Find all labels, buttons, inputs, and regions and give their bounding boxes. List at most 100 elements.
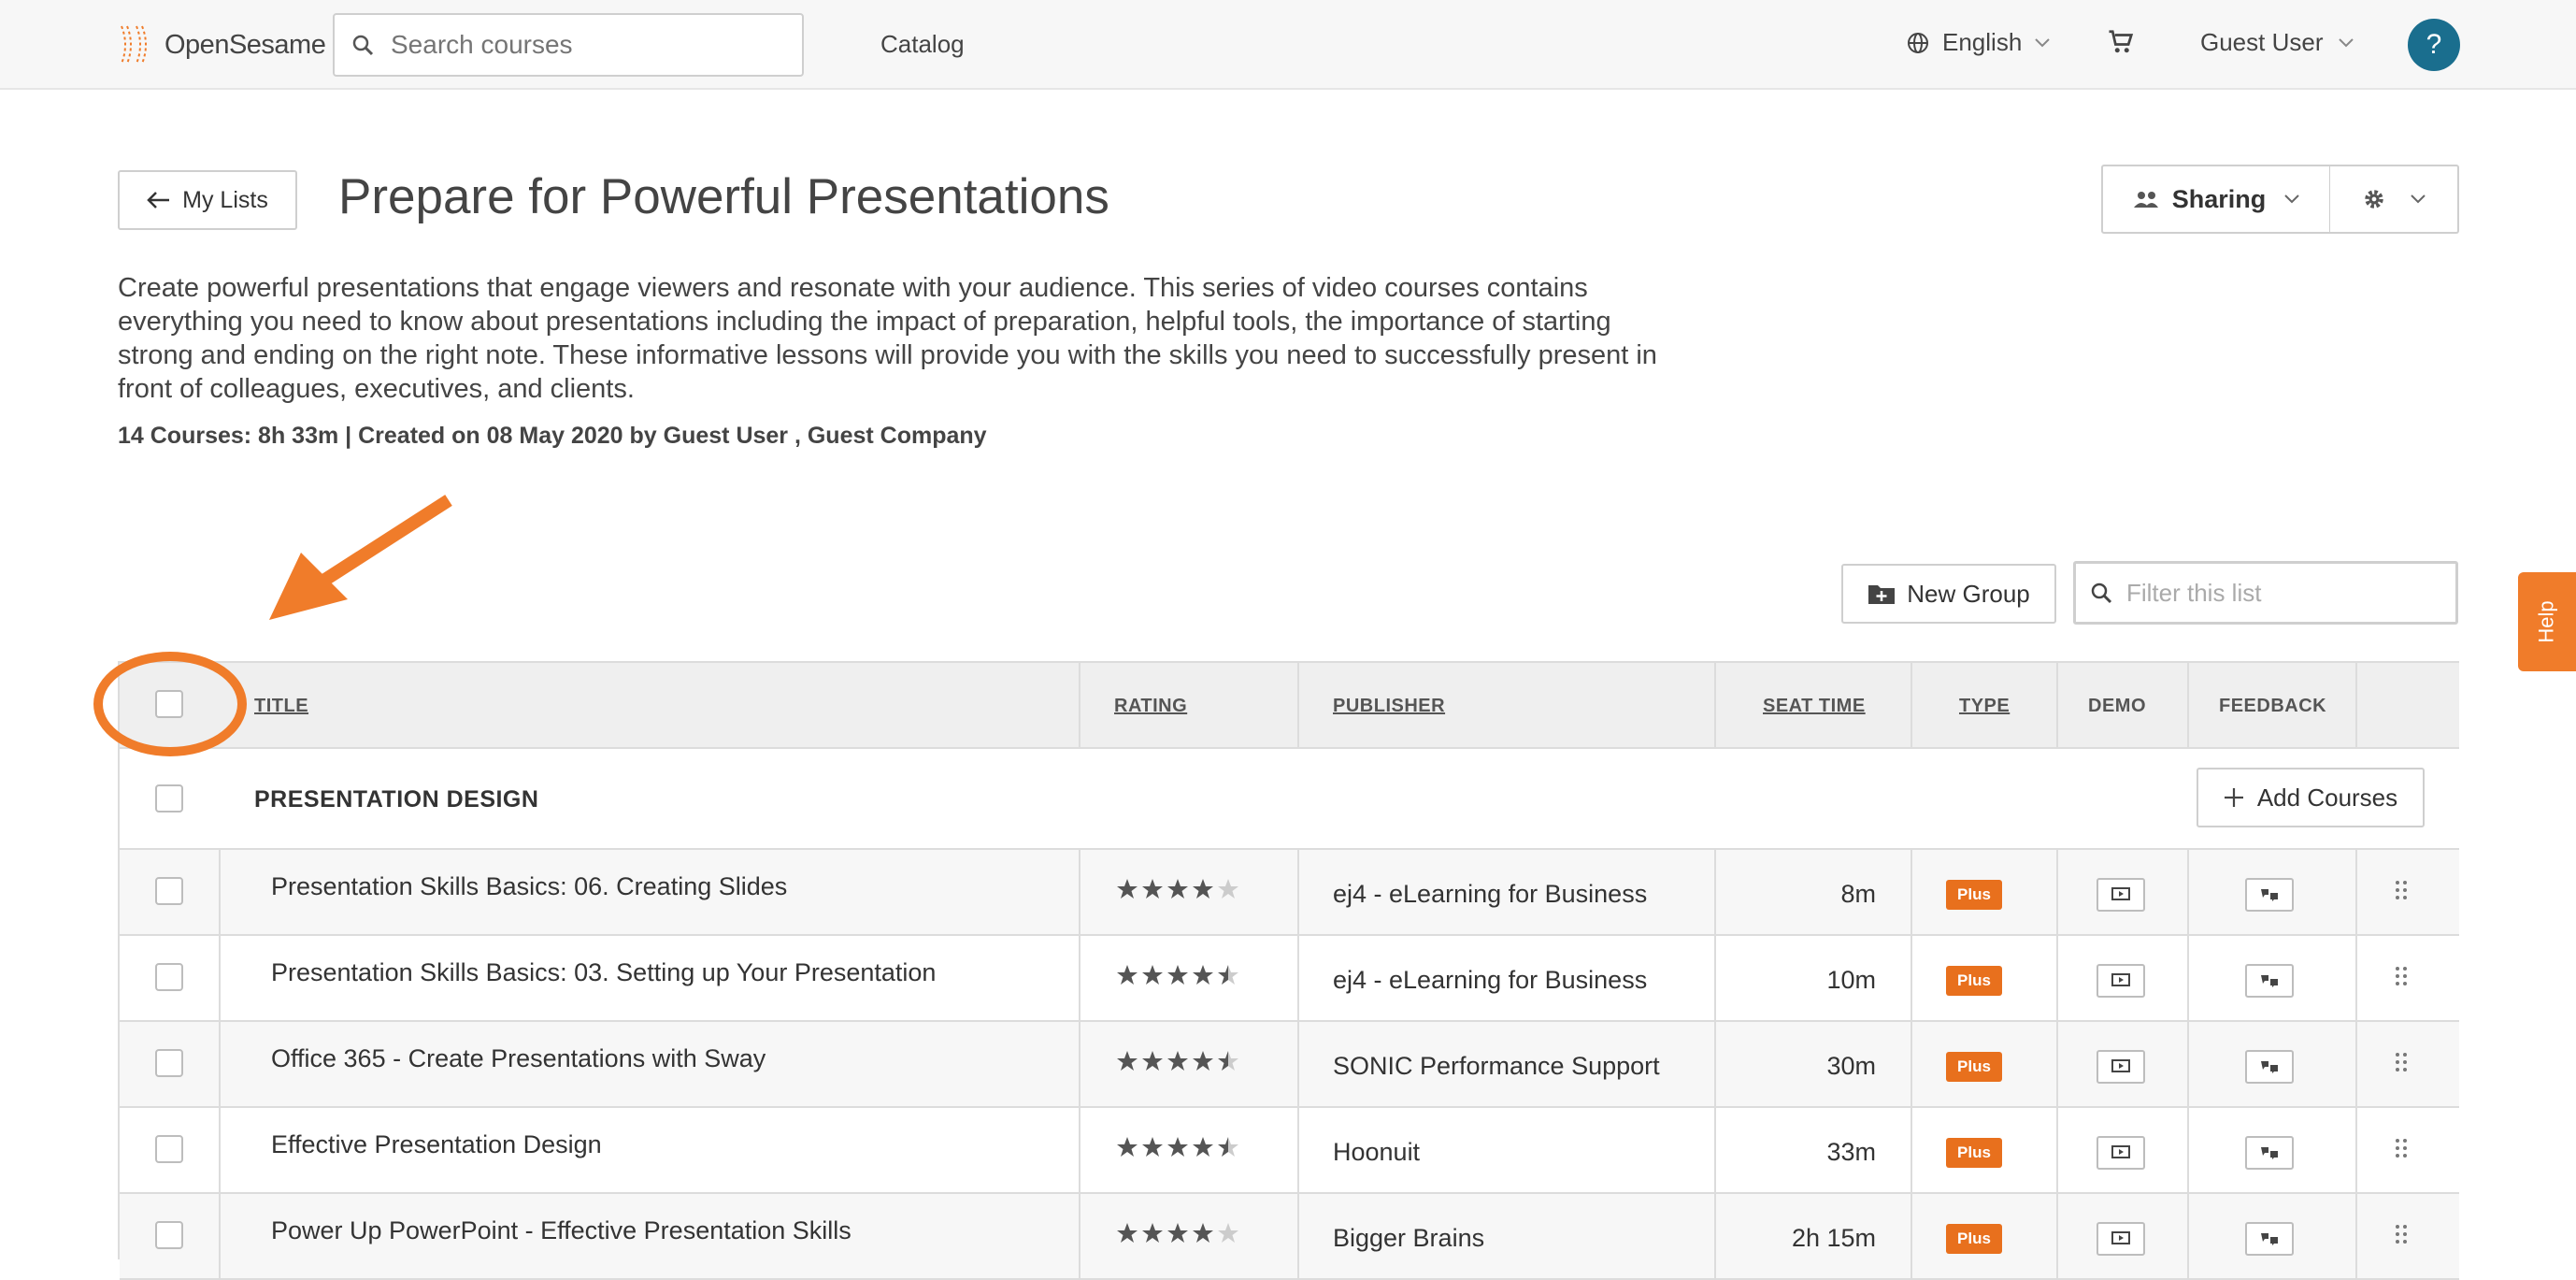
col-publisher[interactable]: PUBLISHER	[1333, 663, 1445, 749]
search-icon	[2076, 582, 2126, 604]
back-to-my-lists-button[interactable]: My Lists	[118, 170, 297, 230]
star-icon	[1141, 1136, 1164, 1158]
rating-stars	[1116, 1222, 1239, 1244]
back-label: My Lists	[182, 186, 268, 213]
seat-time: 10m	[1826, 966, 1876, 994]
star-icon	[1217, 878, 1239, 900]
sharing-dropdown[interactable]: Sharing	[2101, 165, 2331, 234]
play-screen-icon	[2111, 973, 2130, 988]
add-courses-button[interactable]: Add Courses	[2197, 768, 2425, 827]
col-seat-time[interactable]: SEAT TIME	[1763, 663, 1866, 749]
opensesame-logo[interactable]: OpenSesame	[116, 21, 326, 69]
help-tab-label: Help	[2535, 600, 2558, 643]
gear-icon	[2362, 187, 2386, 211]
new-group-button[interactable]: New Group	[1841, 564, 2056, 624]
filter-input[interactable]	[2126, 578, 2444, 608]
demo-button[interactable]	[2097, 878, 2145, 912]
play-screen-icon	[2111, 1059, 2130, 1074]
star-icon	[1217, 964, 1239, 986]
star-icon	[1217, 1136, 1239, 1158]
star-icon	[1217, 1050, 1239, 1072]
course-title-link[interactable]: Presentation Skills Basics: 03. Setting …	[271, 958, 936, 987]
settings-dropdown[interactable]	[2330, 165, 2459, 234]
feedback-button[interactable]	[2245, 1136, 2294, 1170]
course-title-link[interactable]: Presentation Skills Basics: 06. Creating…	[271, 872, 787, 901]
type-badge: Plus	[1946, 880, 2002, 910]
feedback-button[interactable]	[2245, 1222, 2294, 1256]
star-icon	[1192, 878, 1214, 900]
col-title[interactable]: TITLE	[254, 663, 308, 749]
col-rating[interactable]: RATING	[1114, 663, 1187, 749]
publisher: ej4 - eLearning for Business	[1333, 880, 1648, 908]
user-menu[interactable]: Guest User	[2200, 28, 2354, 57]
drag-handle-icon[interactable]	[2395, 880, 2408, 905]
nav-catalog-link[interactable]: Catalog	[880, 30, 965, 59]
star-icon	[1141, 964, 1164, 986]
table-row: Presentation Skills Basics: 03. Setting …	[120, 936, 2459, 1022]
demo-button[interactable]	[2097, 1222, 2145, 1256]
help-button[interactable]: ?	[2408, 19, 2460, 71]
table-header: TITLE RATING PUBLISHER SEAT TIME TYPE DE…	[120, 663, 2459, 749]
play-screen-icon	[2111, 1145, 2130, 1160]
drag-handle-icon[interactable]	[2395, 966, 2408, 991]
demo-button[interactable]	[2097, 1050, 2145, 1084]
row-checkbox[interactable]	[155, 1135, 183, 1163]
row-checkbox[interactable]	[155, 1221, 183, 1249]
thumbs-icon	[2259, 1231, 2280, 1246]
folder-plus-icon	[1868, 582, 1896, 605]
star-icon	[1166, 878, 1189, 900]
thumbs-icon	[2259, 887, 2280, 902]
star-icon	[1116, 1136, 1138, 1158]
drag-handle-icon[interactable]	[2395, 1224, 2408, 1249]
seat-time: 30m	[1826, 1052, 1876, 1080]
chevron-down-icon	[2338, 37, 2354, 48]
col-demo: DEMO	[2088, 695, 2146, 716]
star-icon	[1141, 1050, 1164, 1072]
table-row: Office 365 - Create Presentations with S…	[120, 1022, 2459, 1108]
type-badge: Plus	[1946, 966, 2002, 996]
feedback-button[interactable]	[2245, 964, 2294, 998]
course-search-box[interactable]	[333, 13, 804, 77]
star-icon	[1192, 1050, 1214, 1072]
logo-mark-icon	[116, 22, 161, 67]
demo-button[interactable]	[2097, 1136, 2145, 1170]
col-type[interactable]: TYPE	[1959, 663, 2010, 749]
feedback-button[interactable]	[2245, 878, 2294, 912]
drag-handle-icon[interactable]	[2395, 1052, 2408, 1077]
search-input[interactable]	[391, 30, 783, 60]
course-title-link[interactable]: Power Up PowerPoint - Effective Presenta…	[271, 1216, 852, 1245]
group-checkbox[interactable]	[155, 784, 183, 813]
star-icon	[1116, 1222, 1138, 1244]
drag-handle-icon[interactable]	[2395, 1138, 2408, 1163]
type-badge: Plus	[1946, 1052, 2002, 1082]
publisher: Hoonuit	[1333, 1138, 1421, 1166]
star-icon	[1116, 1050, 1138, 1072]
publisher: SONIC Performance Support	[1333, 1052, 1660, 1080]
search-icon	[335, 34, 391, 56]
course-title-link[interactable]: Effective Presentation Design	[271, 1130, 602, 1159]
course-title-link[interactable]: Office 365 - Create Presentations with S…	[271, 1044, 766, 1073]
row-checkbox[interactable]	[155, 1049, 183, 1077]
group-row: PRESENTATION DESIGN Add Courses	[120, 749, 2459, 850]
seat-time: 33m	[1826, 1138, 1876, 1166]
help-side-tab[interactable]: Help	[2518, 572, 2576, 671]
language-selector[interactable]: English	[1907, 28, 2050, 57]
globe-icon	[1907, 32, 1929, 54]
cart-icon[interactable]	[2107, 28, 2135, 61]
thumbs-icon	[2259, 973, 2280, 988]
col-feedback: FEEDBACK	[2219, 695, 2327, 716]
top-header: OpenSesame Catalog English Guest User ?	[0, 0, 2576, 90]
demo-button[interactable]	[2097, 964, 2145, 998]
star-icon	[1166, 1050, 1189, 1072]
filter-list-box[interactable]	[2073, 561, 2458, 625]
feedback-button[interactable]	[2245, 1050, 2294, 1084]
thumbs-icon	[2259, 1059, 2280, 1074]
star-icon	[1116, 964, 1138, 986]
row-checkbox[interactable]	[155, 877, 183, 905]
star-icon	[1217, 1222, 1239, 1244]
group-name: PRESENTATION DESIGN	[254, 786, 539, 813]
table-row: Effective Presentation Design Hoonuit 33m P…	[120, 1108, 2459, 1194]
language-label: English	[1942, 28, 2023, 56]
thumbs-icon	[2259, 1145, 2280, 1160]
row-checkbox[interactable]	[155, 963, 183, 991]
